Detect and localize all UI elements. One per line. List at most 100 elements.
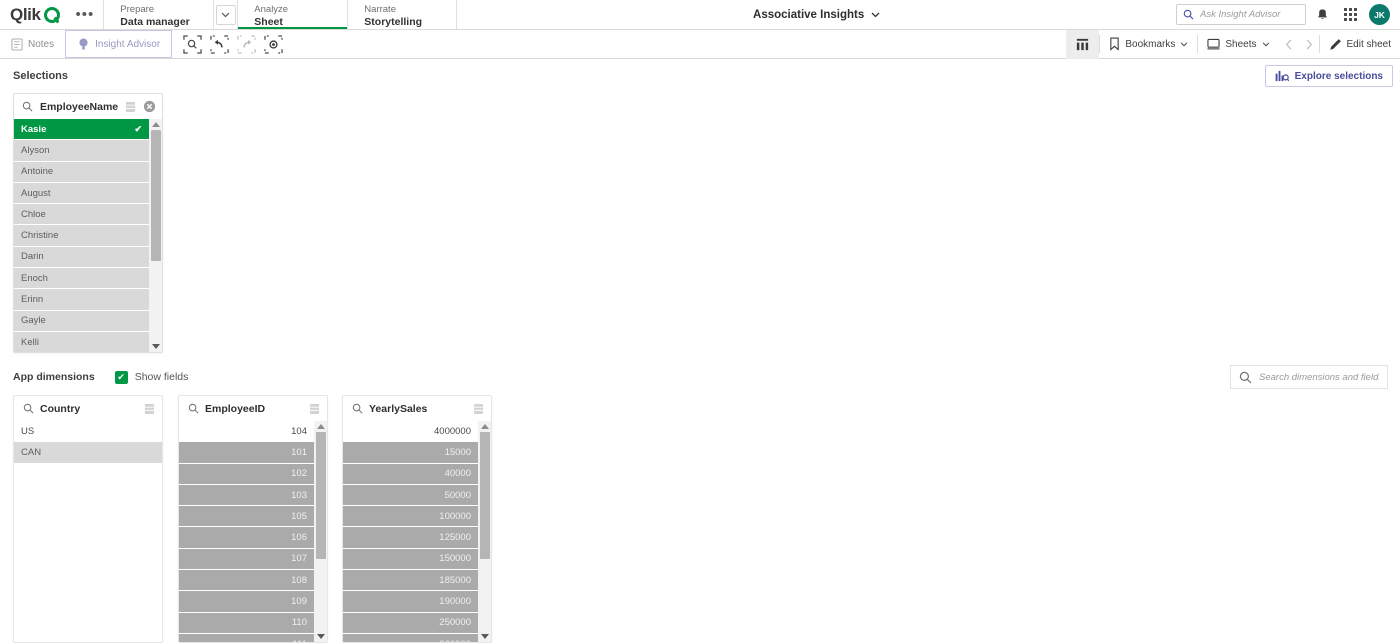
search-icon[interactable] [186, 402, 200, 416]
list-item[interactable]: Enoch [14, 268, 149, 290]
selection-search-icon[interactable] [181, 33, 203, 55]
dimensions-search-input[interactable] [1259, 371, 1379, 383]
list-item[interactable]: 106 [179, 527, 314, 549]
dimensions-search-box[interactable] [1230, 365, 1388, 389]
vertical-scrollbar[interactable] [314, 421, 327, 642]
list-item[interactable]: Erinn [14, 289, 149, 311]
overflow-menu-button[interactable]: ••• [67, 0, 104, 29]
scroll-thumb[interactable] [315, 432, 326, 560]
scroll-up-arrow-icon[interactable] [478, 421, 491, 432]
list-item[interactable]: 190000 [343, 591, 478, 613]
field-value-list[interactable]: US CAN [14, 421, 162, 642]
list-item[interactable]: August [14, 182, 149, 205]
list-item[interactable]: Alyson [14, 140, 149, 162]
list-item[interactable]: US [14, 421, 162, 443]
search-icon[interactable] [21, 100, 35, 114]
list-item[interactable]: Darin [14, 246, 149, 269]
scroll-track[interactable] [149, 130, 162, 341]
chevron-down-icon[interactable] [871, 12, 880, 18]
scroll-down-arrow-icon[interactable] [314, 631, 327, 642]
list-item[interactable]: Christine [14, 225, 149, 247]
field-value-list[interactable]: 4000000 15000 40000 50000 100000 125000 150000… [343, 421, 478, 642]
field-listbox[interactable]: 4000000 15000 40000 50000 100000 125000 150000… [343, 421, 491, 642]
search-icon[interactable] [21, 402, 35, 416]
show-fields-checkbox[interactable]: ✔ Show fields [114, 370, 188, 384]
list-item[interactable]: 105 [179, 506, 314, 528]
scroll-track[interactable] [478, 432, 491, 631]
scroll-down-arrow-icon[interactable] [478, 631, 491, 642]
list-view-icon[interactable] [307, 402, 321, 416]
field-value-list[interactable]: 104 101 102 103 105 106 107 108 109 110 111 [179, 421, 314, 642]
list-item[interactable]: 185000 [343, 570, 478, 592]
scroll-up-arrow-icon[interactable] [149, 119, 162, 130]
scroll-thumb[interactable] [150, 130, 161, 261]
list-item[interactable]: 250000 [343, 612, 478, 634]
list-item[interactable]: 111 [179, 633, 314, 642]
list-item[interactable]: 102 [179, 463, 314, 485]
list-item[interactable]: 107 [179, 548, 314, 571]
list-item[interactable]: 4000000 [343, 421, 478, 443]
list-item[interactable]: Antoine [14, 161, 149, 183]
list-view-icon[interactable] [142, 402, 156, 416]
list-item[interactable]: 260000 [343, 633, 478, 642]
list-item[interactable]: Gayle [14, 310, 149, 332]
next-sheet-button[interactable] [1299, 39, 1319, 50]
vertical-scrollbar[interactable] [149, 119, 162, 352]
step-back-icon[interactable] [208, 33, 230, 55]
nav-tab-narrate[interactable]: Narrate Storytelling [347, 0, 458, 29]
field-listbox[interactable]: 104 101 102 103 105 106 107 108 109 110 111 [179, 421, 327, 642]
list-item[interactable]: CAN [14, 442, 162, 464]
nav-tab-analyze[interactable]: Analyze Sheet [237, 0, 348, 29]
list-item[interactable]: Kasie ✔ [14, 119, 149, 141]
list-item[interactable]: 110 [179, 612, 314, 634]
nav-tab-dropdown-button[interactable] [213, 0, 237, 29]
prev-sheet-button[interactable] [1279, 39, 1299, 50]
list-item[interactable]: 104 [179, 421, 314, 443]
vertical-scrollbar[interactable] [478, 421, 491, 642]
list-item[interactable]: 40000 [343, 463, 478, 485]
notes-button[interactable]: Notes [0, 30, 65, 58]
scroll-up-arrow-icon[interactable] [314, 421, 327, 432]
selection-card-employeename[interactable]: EmployeeName Kasie ✔ Alyson Antoine August Ch… [13, 93, 163, 353]
list-item[interactable]: 15000 [343, 442, 478, 464]
field-listbox[interactable]: US CAN [14, 421, 162, 642]
list-item[interactable]: 109 [179, 591, 314, 613]
nav-tab-narrate-group: Narrate [364, 3, 396, 15]
app-title-area[interactable]: Associative Insights [457, 0, 1176, 29]
app-launcher-button[interactable] [1338, 3, 1362, 27]
list-item[interactable]: 150000 [343, 548, 478, 571]
selections-tool-button[interactable] [1066, 29, 1100, 59]
list-item[interactable]: 108 [179, 570, 314, 592]
clear-selections-icon[interactable] [262, 33, 284, 55]
list-item[interactable]: Kelli [14, 331, 149, 352]
notifications-button[interactable] [1310, 3, 1334, 27]
list-item[interactable]: 50000 [343, 484, 478, 507]
qlik-logo[interactable]: Qlik [0, 0, 67, 29]
scroll-thumb[interactable] [479, 432, 490, 560]
scroll-track[interactable] [314, 432, 327, 631]
field-listbox[interactable]: Kasie ✔ Alyson Antoine August Chloe Christine D… [14, 119, 162, 352]
search-icon[interactable] [350, 402, 364, 416]
list-view-icon[interactable] [123, 100, 137, 114]
bookmarks-button[interactable]: Bookmarks [1100, 30, 1197, 59]
list-item[interactable]: Chloe [14, 204, 149, 226]
field-card-employeeid[interactable]: EmployeeID 104 101 102 103 105 106 107 108 109 11… [178, 395, 328, 643]
search-input[interactable] [1200, 9, 1299, 20]
field-value-list[interactable]: Kasie ✔ Alyson Antoine August Chloe Christine D… [14, 119, 149, 352]
explore-selections-button[interactable]: Explore selections [1264, 65, 1393, 87]
avatar[interactable]: JK [1369, 4, 1390, 25]
edit-sheet-button[interactable]: Edit sheet [1320, 30, 1400, 59]
nav-tab-prepare[interactable]: Prepare Data manager [103, 0, 213, 29]
sheets-button[interactable]: Sheets [1198, 30, 1278, 59]
list-item[interactable]: 125000 [343, 527, 478, 549]
clear-field-icon[interactable] [142, 100, 156, 114]
scroll-down-arrow-icon[interactable] [149, 341, 162, 352]
list-item[interactable]: 101 [179, 442, 314, 464]
insight-advisor-search[interactable] [1176, 4, 1306, 25]
field-card-country[interactable]: Country US CAN [13, 395, 163, 643]
field-card-yearlysales[interactable]: YearlySales 4000000 15000 40000 50000 100000… [342, 395, 492, 643]
list-item[interactable]: 103 [179, 484, 314, 507]
insight-advisor-button[interactable]: Insight Advisor [65, 30, 173, 58]
list-item[interactable]: 100000 [343, 506, 478, 528]
list-view-icon[interactable] [471, 402, 485, 416]
